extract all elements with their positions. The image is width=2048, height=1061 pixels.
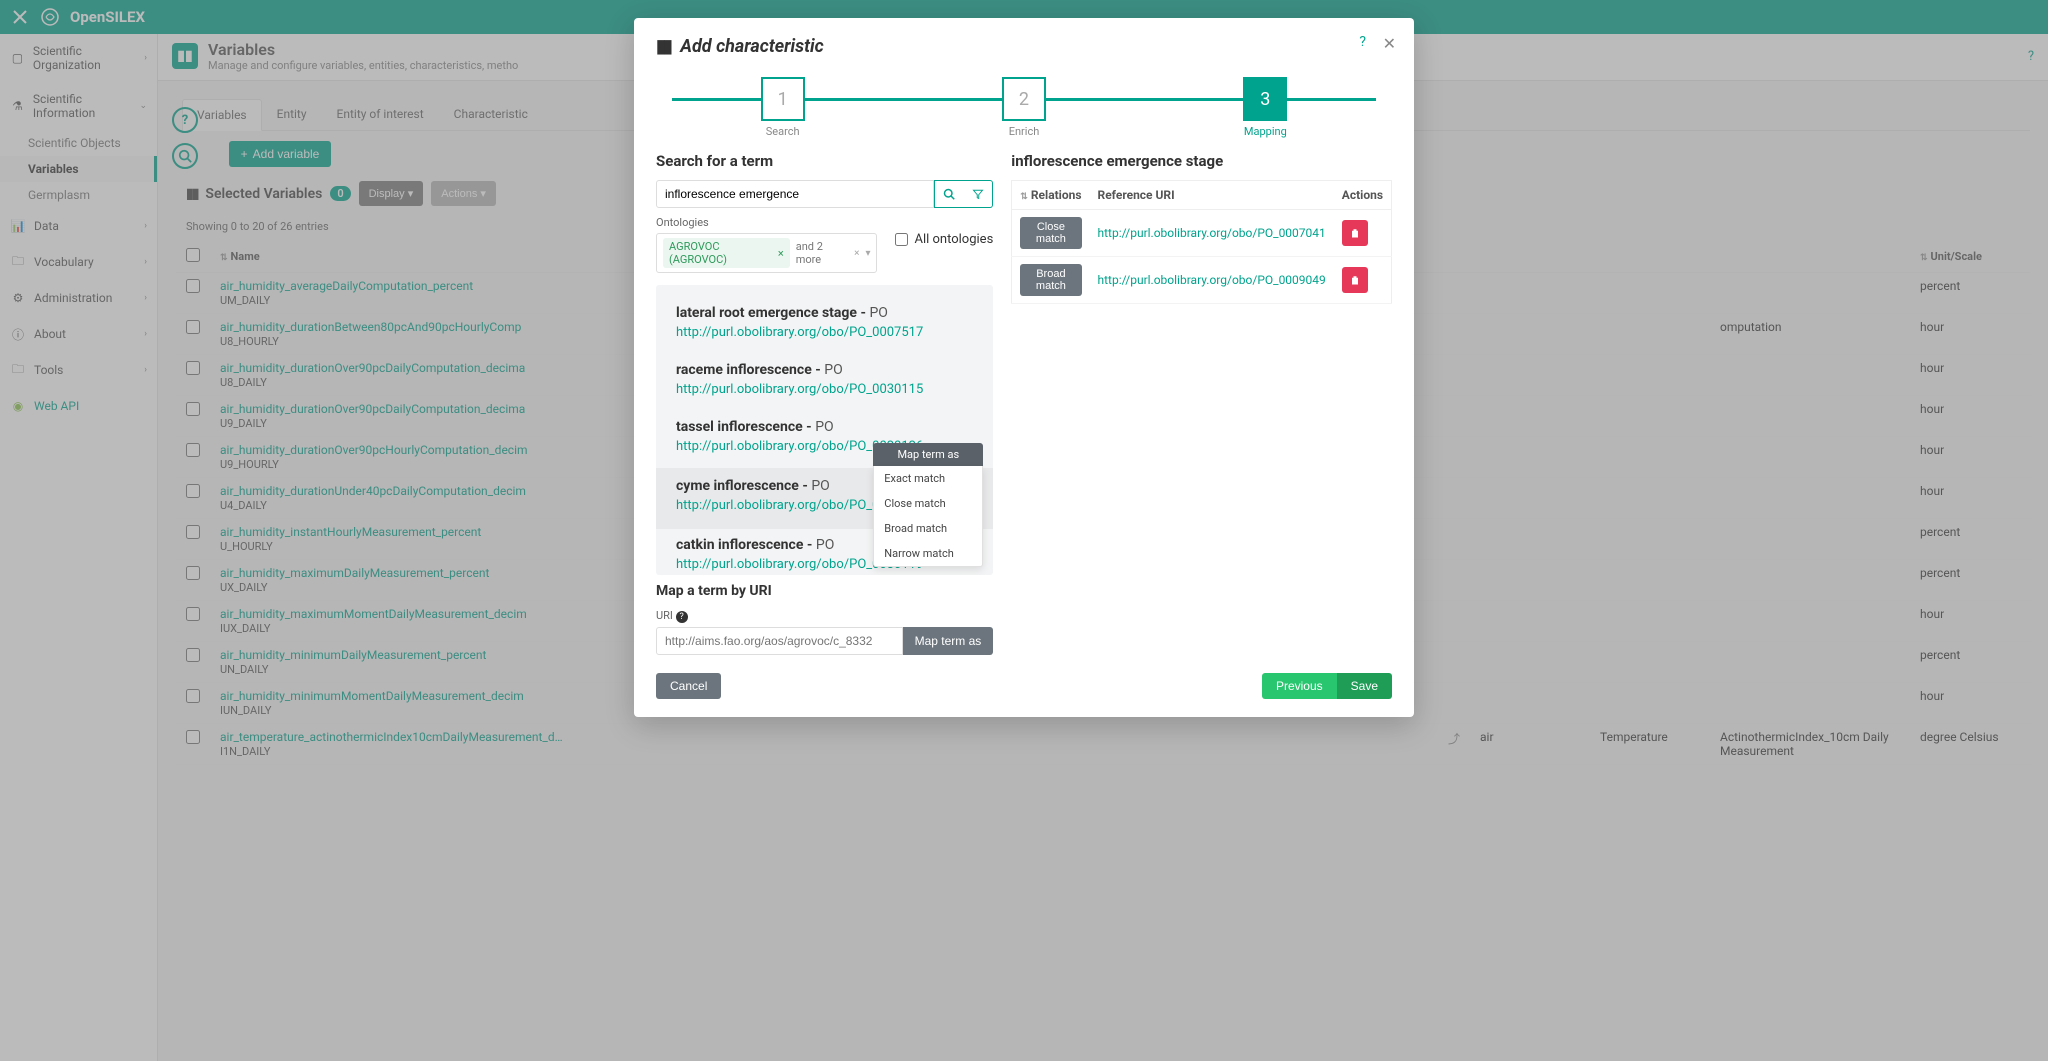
result-title: raceme inflorescence - PO [676,362,973,378]
search-button[interactable] [934,180,964,208]
result-ontology: PO [811,478,829,494]
mapping-row: Broad match http://purl.obolibrary.org/ob… [1012,257,1392,304]
remove-tag-icon[interactable]: × [778,247,784,260]
step-label: Mapping [1244,125,1287,138]
mapping-row: Close match http://purl.obolibrary.org/ob… [1012,210,1392,257]
filter-button[interactable] [963,180,993,208]
search-results: lateral root emergence stage - PO http://… [656,285,993,575]
info-icon[interactable]: ? [676,611,688,623]
previous-button[interactable]: Previous [1262,673,1337,699]
result-title: tassel inflorescence - PO [676,419,973,435]
uri-label: URI ? [656,609,993,623]
tag-label: AGROVOC (AGROVOC) [669,240,774,266]
modal-title-text: Add characteristic [680,36,824,57]
col-reference-uri: Reference URI [1090,181,1334,210]
uri-input[interactable] [656,627,903,655]
add-characteristic-modal: ▮▮ Add characteristic ? ✕ 1 Search 2 Enr… [634,18,1414,717]
selected-term-title: inflorescence emergence stage [1011,152,1392,170]
search-title: Search for a term [656,152,993,170]
sort-icon [1020,188,1031,202]
result-title: lateral root emergence stage - PO [676,305,973,321]
modal-footer: Cancel Previous Save [656,673,1392,699]
step-label: Enrich [1009,125,1040,138]
col-label: Relations [1031,188,1082,202]
mappings-table: Relations Reference URI Actions Close ma… [1011,180,1392,304]
dropdown-icon[interactable]: ▾ [865,248,870,259]
result-uri-link[interactable]: http://purl.obolibrary.org/obo/PO_000751… [676,325,923,340]
clear-tags-icon[interactable]: × [854,248,859,259]
quote-icon: ▮▮ [656,36,670,57]
reference-uri-link[interactable]: http://purl.obolibrary.org/obo/PO_000704… [1098,226,1326,240]
cancel-button[interactable]: Cancel [656,673,721,699]
map-uri-button[interactable]: Map term as [903,627,994,655]
map-option-close[interactable]: Close match [874,491,982,516]
result-ontology: PO [824,362,842,378]
ontologies-select[interactable]: AGROVOC (AGROVOC) × and 2 more × ▾ [656,233,877,273]
term-search-input[interactable] [656,180,934,208]
mapping-panel: inflorescence emergence stage Relations … [1011,152,1392,655]
step-number: 1 [761,77,805,121]
map-option-narrow[interactable]: Narrow match [874,541,982,566]
all-ontologies-label: All ontologies [914,232,993,247]
result-ontology: PO [816,537,834,553]
map-term-popup: Map term as Exact match Close match Broa… [873,443,983,567]
step-enrich[interactable]: 2 Enrich [903,77,1144,138]
modal-overlay: ▮▮ Add characteristic ? ✕ 1 Search 2 Enr… [0,0,2048,1061]
result-ontology: PO [869,305,887,321]
step-number: 3 [1243,77,1287,121]
map-option-exact[interactable]: Exact match [874,466,982,491]
reference-uri-link[interactable]: http://purl.obolibrary.org/obo/PO_000904… [1098,273,1326,287]
search-result-item[interactable]: raceme inflorescence - PO http://purl.obo… [672,354,977,411]
map-term-as-button[interactable]: Map term as [873,443,983,466]
map-option-broad[interactable]: Broad match [874,516,982,541]
col-actions: Actions [1334,181,1392,210]
step-label: Search [766,125,800,138]
delete-button[interactable] [1342,267,1368,293]
close-icon[interactable]: ✕ [1383,34,1396,53]
map-uri-title: Map a term by URI [656,583,993,599]
search-panel: Search for a term Ontologies [656,152,993,655]
result-uri-link[interactable]: http://purl.obolibrary.org/obo/PO_003011… [676,382,923,397]
all-ontologies-checkbox[interactable] [895,233,908,246]
relation-badge[interactable]: Broad match [1020,264,1081,296]
more-tags-label: and 2 more [796,240,848,266]
ontology-tag: AGROVOC (AGROVOC) × [663,238,790,268]
help-icon[interactable]: ? [1359,34,1366,50]
col-relations[interactable]: Relations [1012,181,1090,210]
search-result-item[interactable]: lateral root emergence stage - PO http://… [672,297,977,354]
step-search[interactable]: 1 Search [662,77,903,138]
map-options-list: Exact match Close match Broad match Narr… [873,466,983,567]
step-number: 2 [1002,77,1046,121]
ontologies-label: Ontologies [656,216,877,229]
step-mapping[interactable]: 3 Mapping [1145,77,1386,138]
save-button[interactable]: Save [1337,673,1392,699]
delete-button[interactable] [1342,220,1368,246]
relation-badge[interactable]: Close match [1020,217,1081,249]
stepper: 1 Search 2 Enrich 3 Mapping [662,77,1386,138]
result-ontology: PO [815,419,833,435]
modal-title: ▮▮ Add characteristic [656,36,1392,57]
